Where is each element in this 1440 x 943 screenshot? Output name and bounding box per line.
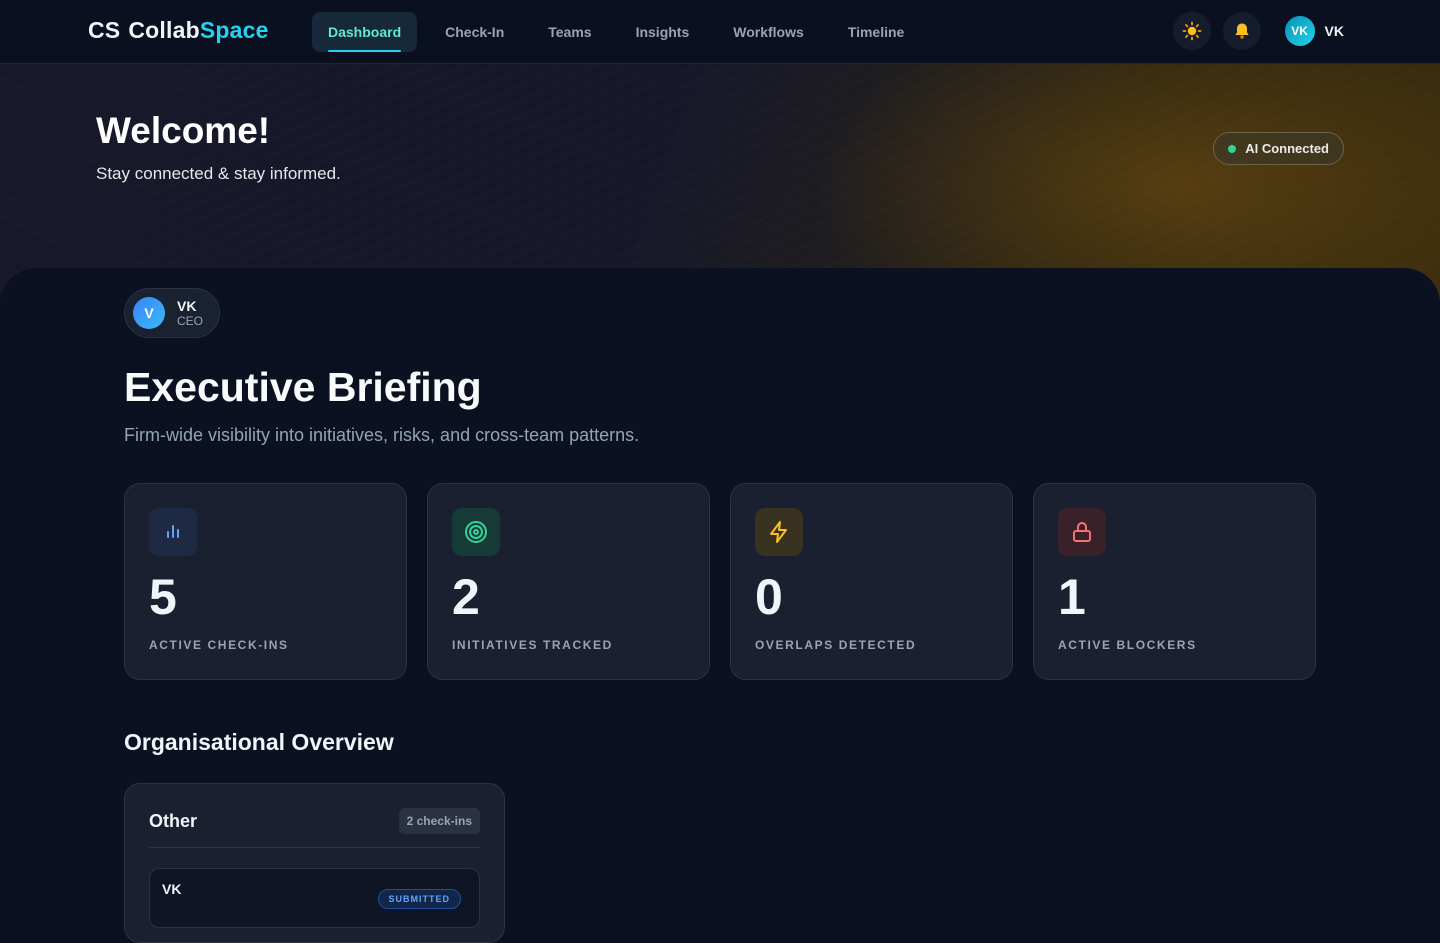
stat-card-overlaps[interactable]: 0 OVERLAPS DETECTED (730, 483, 1013, 680)
lock-icon (1073, 522, 1091, 542)
target-icon (465, 521, 487, 543)
stats-row: 5 ACTIVE CHECK-INS 2 INITIATIVES TRACKED… (124, 483, 1316, 680)
stat-icon-wrapper (452, 508, 500, 556)
brand-mark: CS (88, 17, 121, 43)
stat-icon-wrapper (149, 508, 197, 556)
stat-label: INITIATIVES TRACKED (452, 638, 613, 652)
main-panel: V VK CEO Executive Briefing Firm-wide vi… (0, 268, 1440, 943)
stat-label: ACTIVE CHECK-INS (149, 638, 289, 652)
nav-tab-teams[interactable]: Teams (532, 12, 607, 52)
ai-status-label: AI Connected (1245, 141, 1329, 156)
nav-tab-check-in[interactable]: Check-In (429, 12, 520, 52)
top-navbar: CS CollabSpace Dashboard Check-In Teams … (0, 0, 1440, 64)
stat-value: 5 (149, 569, 177, 625)
profile-role: CEO (177, 313, 204, 328)
user-menu[interactable]: VK VK (1284, 16, 1344, 46)
nav-tab-insights[interactable]: Insights (620, 12, 706, 52)
stat-label: ACTIVE BLOCKERS (1058, 638, 1197, 652)
avatar: V (133, 297, 165, 329)
bell-icon (1234, 23, 1249, 39)
entry-name: VK (162, 881, 182, 897)
stat-icon-wrapper (755, 508, 803, 556)
group-card-other: Other 2 check-ins VK SUBMITTED (124, 783, 505, 943)
status-badge: SUBMITTED (377, 889, 461, 909)
page-title: Executive Briefing (124, 364, 482, 410)
nav-tab-workflows[interactable]: Workflows (717, 12, 820, 52)
stat-card-initiatives[interactable]: 2 INITIATIVES TRACKED (427, 483, 710, 680)
section-title: Organisational Overview (124, 729, 394, 755)
stat-value: 1 (1058, 569, 1086, 625)
brand-name: CollabSpace (128, 17, 269, 43)
stat-icon-wrapper (1058, 508, 1106, 556)
nav-tab-timeline[interactable]: Timeline (832, 12, 921, 52)
group-header: Other 2 check-ins (149, 808, 480, 848)
stat-card-blockers[interactable]: 1 ACTIVE BLOCKERS (1033, 483, 1316, 680)
hero-subtitle: Stay connected & stay informed. (96, 164, 341, 183)
stat-card-check-ins[interactable]: 5 ACTIVE CHECK-INS (124, 483, 407, 680)
notifications-button[interactable] (1222, 12, 1261, 50)
avatar: VK (1284, 16, 1315, 46)
profile-chip[interactable]: V VK CEO (124, 288, 221, 338)
main-nav: Dashboard Check-In Teams Insights Workfl… (312, 12, 920, 52)
group-name: Other (149, 811, 198, 831)
top-actions: VK VK (1172, 12, 1344, 50)
user-name: VK (1324, 23, 1344, 39)
sun-icon (1182, 21, 1201, 41)
nav-tab-dashboard[interactable]: Dashboard (312, 12, 418, 52)
theme-toggle-button[interactable] (1172, 12, 1211, 50)
brand-logo[interactable]: CS CollabSpace (88, 17, 269, 44)
profile-text: VK CEO (177, 297, 204, 328)
status-dot-icon (1228, 144, 1237, 153)
profile-name: VK (177, 297, 197, 314)
list-item[interactable]: VK SUBMITTED (149, 868, 480, 928)
stat-value: 0 (755, 569, 783, 625)
ai-status-badge: AI Connected (1213, 132, 1344, 165)
lightning-icon (770, 521, 787, 543)
count-badge: 2 check-ins (398, 808, 480, 834)
hero-title: Welcome! (96, 110, 271, 151)
bar-chart-icon (167, 525, 179, 538)
page-subtitle: Firm-wide visibility into initiatives, r… (124, 425, 640, 445)
stat-label: OVERLAPS DETECTED (755, 638, 917, 652)
stat-value: 2 (452, 569, 480, 625)
